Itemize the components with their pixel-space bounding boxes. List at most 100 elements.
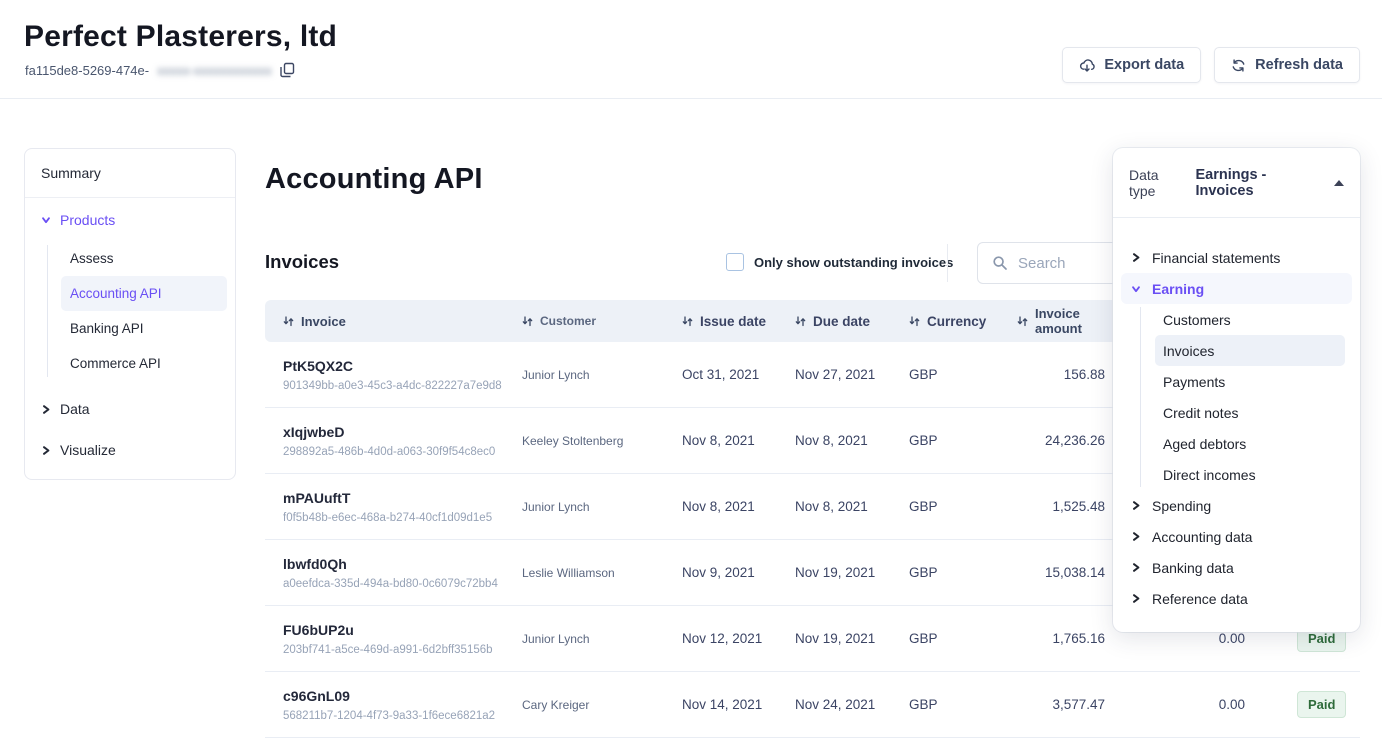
data-type-label: Data type — [1129, 167, 1186, 199]
chevron-down-icon — [1131, 284, 1141, 294]
invoice-id: 901349bb-a0e3-45c3-a4dc-822227a7e9d8 — [283, 380, 505, 392]
controls-divider — [947, 244, 948, 282]
chevron-right-icon — [41, 445, 51, 456]
issue-date-cell: Oct 31, 2021 — [665, 367, 780, 382]
sidebar: SummaryProductsAssessAccounting APIBanki… — [24, 148, 236, 480]
data-type-option-accounting-data[interactable]: Accounting data — [1121, 521, 1352, 552]
sidebar-item-products[interactable]: Products — [25, 198, 235, 239]
data-type-option-label: Banking data — [1152, 560, 1234, 576]
invoice-cell: FU6bUP2u203bf741-a5ce-469d-a991-6d2bff35… — [265, 622, 505, 656]
table-row[interactable]: c96GnL09568211b7-1204-4f73-9a33-1f6ece68… — [265, 672, 1360, 738]
issue-date-cell: Nov 8, 2021 — [665, 433, 780, 448]
invoice-name: mPAUuftT — [283, 490, 505, 506]
chevron-right-icon — [1131, 562, 1141, 573]
invoice-cell: PtK5QX2C 901349bb-a0e3-45c3-a4dc-822227a7… — [265, 358, 505, 392]
column-header-customer[interactable]: Customer — [505, 314, 665, 328]
issue-date-cell: Nov 14, 2021 — [665, 697, 780, 712]
data-type-option-payments[interactable]: Payments — [1155, 366, 1345, 397]
sidebar-item-data[interactable]: Data — [25, 387, 235, 428]
due-date-cell: Nov 8, 2021 — [780, 433, 895, 448]
data-type-option-banking-data[interactable]: Banking data — [1121, 552, 1352, 583]
section-title: Invoices — [265, 251, 339, 273]
caret-up-icon — [1334, 180, 1344, 186]
invoice-cell: xIqjwbeD298892a5-486b-4d0d-a063-30f9f54c… — [265, 424, 505, 458]
sort-icon — [909, 315, 920, 327]
sort-icon — [1017, 315, 1028, 327]
customer-cell: Keeley Stoltenberg — [505, 434, 665, 448]
column-header-invoice[interactable]: Invoice — [265, 314, 505, 329]
data-type-option-label: Spending — [1152, 498, 1211, 514]
data-type-option-aged-debtors[interactable]: Aged debtors — [1155, 428, 1345, 459]
due-date-cell: Nov 24, 2021 — [780, 697, 895, 712]
data-type-option-invoices[interactable]: Invoices — [1155, 335, 1345, 366]
chevron-right-icon — [1131, 531, 1141, 542]
invoice-id: f0f5b48b-e6ec-468a-b274-40cf1d09d1e5 — [283, 512, 505, 524]
column-header-label: Due date — [813, 314, 870, 329]
customer-cell: Junior Lynch — [505, 632, 665, 646]
data-type-option-earning[interactable]: Earning — [1121, 273, 1352, 304]
outstanding-invoices-label[interactable]: Only show outstanding invoices — [754, 255, 953, 270]
sidebar-item-accounting-api[interactable]: Accounting API — [61, 276, 227, 311]
invoice-amount-cell: 156.88 — [990, 367, 1113, 382]
sidebar-item-assess[interactable]: Assess — [61, 241, 227, 276]
customer-cell: Leslie Williamson — [505, 566, 665, 580]
data-type-option-label: Accounting data — [1152, 529, 1252, 545]
refresh-icon — [1231, 58, 1246, 73]
data-type-selected-value: Earnings - Invoices — [1195, 167, 1323, 199]
column-header-currency[interactable]: Currency — [895, 314, 990, 329]
invoice-cell: mPAUuftT f0f5b48b-e6ec-468a-b274-40cf1d09… — [265, 490, 505, 524]
sidebar-item-label: Data — [60, 401, 90, 417]
sidebar-sublist: AssessAccounting APIBanking APICommerce … — [61, 241, 227, 381]
amount-due-cell: 0.00 — [1113, 697, 1253, 712]
invoice-amount-cell: 24,236.26 — [990, 433, 1113, 448]
chevron-down-icon — [41, 215, 51, 225]
customer-cell: Junior Lynch — [505, 500, 665, 514]
data-type-option-spending[interactable]: Spending — [1121, 490, 1352, 521]
data-type-option-financial-statements[interactable]: Financial statements — [1121, 242, 1352, 273]
issue-date-cell: Nov 8, 2021 — [665, 499, 780, 514]
column-header-label: Customer — [540, 314, 596, 328]
export-data-label: Export data — [1104, 57, 1184, 73]
invoice-name: lbwfd0Qh — [283, 556, 505, 572]
column-header-label: Invoice amount — [1035, 306, 1113, 336]
search-icon — [992, 255, 1008, 271]
column-header-label: Currency — [927, 314, 986, 329]
company-name: Perfect Plasterers, ltd — [24, 20, 337, 54]
sidebar-item-commerce-api[interactable]: Commerce API — [61, 346, 227, 381]
due-date-cell: Nov 27, 2021 — [780, 367, 895, 382]
data-type-trigger[interactable]: Data type Earnings - Invoices — [1113, 148, 1360, 218]
invoice-amount-cell: 1,525.48 — [990, 499, 1113, 514]
sidebar-item-summary[interactable]: Summary — [25, 149, 235, 197]
sidebar-item-visualize[interactable]: Visualize — [25, 428, 235, 469]
due-date-cell: Nov 19, 2021 — [780, 565, 895, 580]
due-date-cell: Nov 8, 2021 — [780, 499, 895, 514]
column-header-due-date[interactable]: Due date — [780, 314, 895, 329]
column-header-issue-date[interactable]: Issue date — [665, 314, 780, 329]
sort-icon — [522, 315, 533, 327]
sidebar-item-label: Visualize — [60, 442, 116, 458]
data-type-option-customers[interactable]: Customers — [1155, 304, 1345, 335]
sidebar-item-banking-api[interactable]: Banking API — [61, 311, 227, 346]
column-header-invoice-amount[interactable]: Invoice amount — [990, 306, 1113, 336]
chevron-right-icon — [1131, 593, 1141, 604]
customer-cell: Junior Lynch — [505, 368, 665, 382]
company-id-redacted: xxxxx-xxxxxxxxxxxx — [157, 63, 272, 78]
issue-date-cell: Nov 12, 2021 — [665, 631, 780, 646]
data-type-option-credit-notes[interactable]: Credit notes — [1155, 397, 1345, 428]
data-type-sublist: CustomersInvoicesPaymentsCredit notesAge… — [1140, 304, 1360, 490]
issue-date-cell: Nov 9, 2021 — [665, 565, 780, 580]
invoice-id: 203bf741-a5ce-469d-a991-6d2bff35156b — [283, 644, 505, 656]
export-data-button[interactable]: Export data — [1062, 47, 1201, 83]
column-header-label: Invoice — [301, 314, 346, 329]
data-type-dropdown: Data type Earnings - Invoices Financial … — [1113, 148, 1360, 632]
refresh-data-button[interactable]: Refresh data — [1214, 47, 1360, 83]
sort-icon — [682, 315, 693, 327]
currency-cell: GBP — [895, 499, 990, 514]
data-type-option-reference-data[interactable]: Reference data — [1121, 583, 1352, 614]
invoice-name: PtK5QX2C — [283, 358, 505, 374]
data-type-option-direct-incomes[interactable]: Direct incomes — [1155, 459, 1345, 490]
outstanding-invoices-checkbox[interactable] — [726, 253, 744, 271]
customer-cell: Cary Kreiger — [505, 698, 665, 712]
copy-icon[interactable] — [280, 62, 295, 78]
currency-cell: GBP — [895, 565, 990, 580]
